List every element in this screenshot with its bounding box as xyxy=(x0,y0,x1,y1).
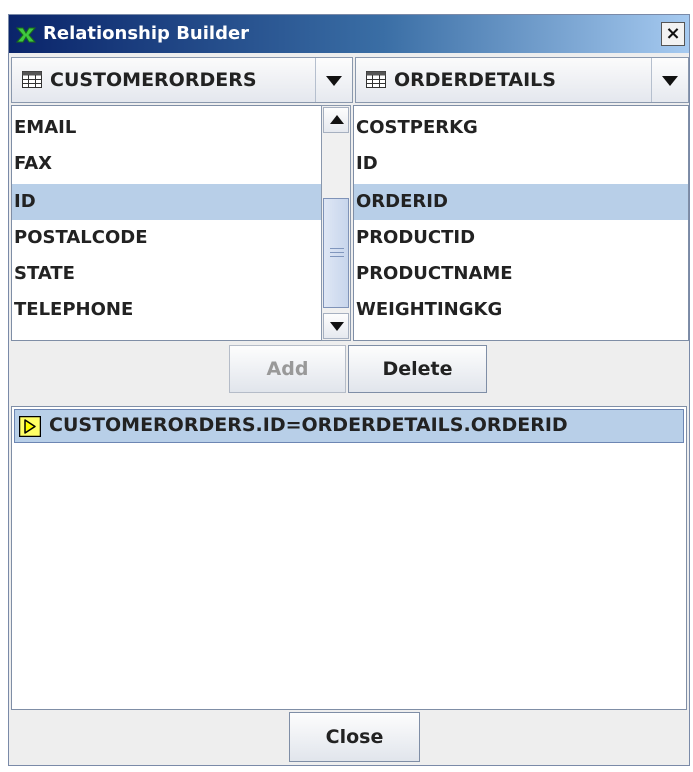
list-item[interactable]: ID xyxy=(354,146,688,182)
right-table-label: ORDERDETAILS xyxy=(394,69,556,91)
list-item-selected[interactable]: ORDERID xyxy=(354,184,688,220)
close-window-button[interactable]: × xyxy=(661,22,685,46)
list-item-selected[interactable]: ID xyxy=(12,184,322,220)
close-button[interactable]: Close xyxy=(289,712,420,762)
scroll-thumb[interactable] xyxy=(323,198,349,308)
list-item[interactable]: EMAIL xyxy=(12,110,322,146)
scroll-down-button[interactable] xyxy=(323,313,349,339)
list-item[interactable]: FAX xyxy=(12,146,322,182)
scroll-up-button[interactable] xyxy=(323,107,349,133)
arrow-down-icon xyxy=(330,322,344,331)
left-table-dropdown-button[interactable] xyxy=(315,58,352,102)
list-item[interactable]: PRODUCTID xyxy=(354,220,688,256)
window-title: Relationship Builder xyxy=(43,23,250,44)
list-item[interactable]: POSTALCODE xyxy=(12,220,322,256)
chevron-down-icon xyxy=(662,76,678,86)
add-button[interactable]: Add xyxy=(229,345,346,393)
relationship-arrow-icon xyxy=(19,416,41,437)
delete-button[interactable]: Delete xyxy=(348,345,487,393)
left-table-select[interactable]: CUSTOMERORDERS xyxy=(11,57,353,103)
left-column-list[interactable]: EMAIL FAX ID POSTALCODE STATE TELEPHONE xyxy=(11,105,323,341)
grip-line xyxy=(330,256,344,257)
table-icon xyxy=(22,71,42,88)
list-item[interactable]: TELEPHONE xyxy=(12,292,322,328)
table-icon xyxy=(366,71,386,88)
relationship-list[interactable]: CUSTOMERORDERS.ID=ORDERDETAILS.ORDERID xyxy=(11,406,687,710)
list-item[interactable]: COSTPERKG xyxy=(354,110,688,146)
relationship-builder-dialog: Relationship Builder × CUSTOMERORDERS OR… xyxy=(8,14,690,766)
list-item[interactable]: PRODUCTNAME xyxy=(354,256,688,292)
title-bar[interactable]: Relationship Builder × xyxy=(9,15,689,53)
relationship-text: CUSTOMERORDERS.ID=ORDERDETAILS.ORDERID xyxy=(49,414,568,436)
close-icon: × xyxy=(665,23,681,44)
grip-line xyxy=(330,252,344,253)
list-item[interactable]: STATE xyxy=(12,256,322,292)
right-table-dropdown-button[interactable] xyxy=(651,58,688,102)
right-column-list[interactable]: COSTPERKG ID ORDERID PRODUCTID PRODUCTNA… xyxy=(353,105,689,341)
left-table-label: CUSTOMERORDERS xyxy=(50,69,257,91)
left-list-scrollbar[interactable] xyxy=(321,105,351,341)
chevron-down-icon xyxy=(326,76,342,86)
grip-line xyxy=(330,248,344,249)
relationship-icon xyxy=(15,27,37,43)
right-table-select[interactable]: ORDERDETAILS xyxy=(355,57,689,103)
relationship-item[interactable]: CUSTOMERORDERS.ID=ORDERDETAILS.ORDERID xyxy=(14,409,684,443)
list-item[interactable]: WEIGHTINGKG xyxy=(354,292,688,328)
arrow-up-icon xyxy=(330,115,344,124)
